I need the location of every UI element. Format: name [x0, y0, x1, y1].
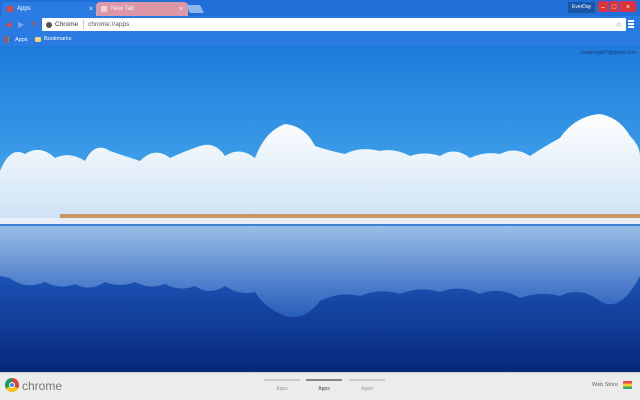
profile-button[interactable]: EverDay	[568, 2, 596, 13]
tab-strip: Apps × New Tab × EverDay – □ ×	[0, 0, 640, 16]
bookmark-folder[interactable]: Bookmarks	[35, 36, 72, 42]
maximize-button[interactable]: □	[609, 1, 619, 12]
new-tab-button[interactable]	[186, 5, 204, 13]
folder-icon	[35, 36, 41, 42]
close-tab-icon[interactable]: ×	[89, 6, 93, 13]
close-window-button[interactable]: ×	[620, 1, 636, 12]
signed-in-user-email[interactable]: zsubrnopt07@gmail.com	[581, 50, 636, 56]
minimize-button[interactable]: –	[598, 1, 608, 12]
chrome-logo-icon	[5, 378, 19, 392]
tab-apps[interactable]: Apps ×	[2, 2, 98, 16]
background-wallpaper	[0, 46, 640, 372]
forward-arrow-icon[interactable]: ▶	[18, 19, 24, 31]
url-text[interactable]: chrome://apps	[84, 21, 129, 28]
toolbar: ◀ ▶ ↻ Chrome chrome://apps ☆	[0, 16, 640, 34]
tab-label: New Tab	[111, 6, 135, 12]
new-tab-favicon-icon	[101, 6, 107, 12]
page-label: Apps	[276, 386, 288, 392]
bookmark-apps[interactable]: Apps	[5, 36, 28, 43]
tab-new-tab[interactable]: New Tab ×	[96, 2, 188, 16]
web-store-link[interactable]: Web Store	[592, 382, 618, 388]
back-arrow-icon[interactable]: ◀	[5, 19, 11, 31]
tab-label: Apps	[17, 6, 31, 12]
bookmarks-bar: Apps Bookmarks	[0, 34, 640, 46]
site-chip[interactable]: Chrome	[42, 20, 85, 29]
brand-text: chrome	[22, 379, 63, 393]
page-switcher-3[interactable]: Apps	[349, 379, 385, 392]
reload-icon[interactable]: ↻	[31, 19, 38, 31]
bookmark-star-icon[interactable]: ☆	[616, 21, 622, 29]
menu-icon[interactable]	[628, 20, 634, 29]
bookmark-label: Apps	[15, 36, 28, 43]
chrome-page-icon	[46, 21, 52, 28]
close-tab-icon[interactable]: ×	[179, 6, 183, 13]
web-store-icon[interactable]	[623, 381, 632, 389]
site-chip-label: Chrome	[55, 21, 79, 28]
apps-grid-icon	[5, 36, 12, 43]
apps-favicon-icon	[7, 6, 13, 12]
page-switcher-2[interactable]: Apps	[306, 379, 342, 392]
bookmark-label: Bookmarks	[44, 36, 72, 42]
omnibox[interactable]: Chrome chrome://apps ☆	[42, 18, 626, 31]
page-switcher-1[interactable]: Apps	[264, 379, 300, 392]
bottom-bar: chrome Apps Apps Apps Web Store	[0, 372, 640, 400]
page-label: Apps	[361, 386, 373, 392]
page-label: Apps	[318, 386, 330, 392]
